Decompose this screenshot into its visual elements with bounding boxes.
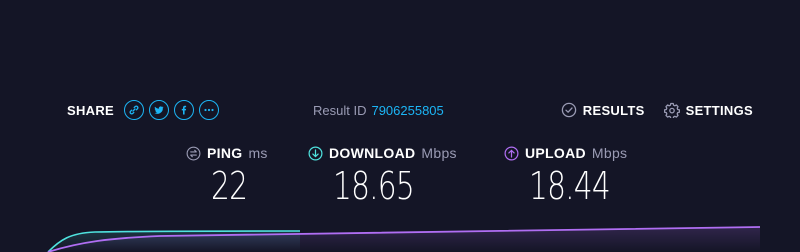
ping-header: PING ms	[186, 144, 268, 162]
download-metric: DOWNLOAD Mbps 18.65	[308, 144, 457, 206]
share-group: SHARE	[67, 96, 220, 124]
ping-icon	[186, 146, 201, 160]
link-icon[interactable]	[124, 100, 145, 120]
result-id-link[interactable]: 7906255805	[371, 103, 443, 118]
upload-unit: Mbps	[591, 145, 628, 161]
results-button[interactable]: RESULTS	[561, 102, 645, 118]
header-links: RESULTS SETTINGS	[561, 96, 753, 124]
result-id-label: Result ID	[313, 102, 367, 118]
facebook-icon[interactable]	[174, 100, 195, 120]
ping-label: PING	[207, 145, 243, 161]
more-icon[interactable]	[199, 100, 220, 120]
settings-button[interactable]: SETTINGS	[663, 102, 753, 118]
upload-value: 18.44	[529, 164, 611, 208]
upload-header: UPLOAD Mbps	[504, 144, 633, 162]
download-icon	[308, 146, 323, 160]
speed-graph	[47, 226, 761, 252]
download-label: DOWNLOAD	[329, 145, 416, 161]
twitter-icon[interactable]	[149, 100, 170, 120]
download-unit: Mbps	[421, 145, 457, 161]
download-value: 18.65	[333, 164, 415, 208]
download-header: DOWNLOAD Mbps	[308, 144, 457, 162]
ping-value: 22	[211, 164, 248, 208]
settings-label: SETTINGS	[685, 102, 753, 118]
share-label: SHARE	[67, 102, 115, 118]
gear-icon	[663, 102, 680, 118]
ping-metric: PING ms 22	[186, 144, 268, 206]
upload-icon	[504, 146, 519, 160]
check-circle-icon	[561, 102, 577, 118]
results-label: RESULTS	[582, 102, 645, 118]
upload-metric: UPLOAD Mbps 18.44	[504, 144, 633, 206]
top-bar: SHARE Result ID 7906255805 RESULTS SETTI…	[0, 96, 800, 124]
upload-label: UPLOAD	[525, 145, 586, 161]
ping-unit: ms	[248, 145, 268, 161]
result-id: Result ID 7906255805	[313, 96, 444, 124]
